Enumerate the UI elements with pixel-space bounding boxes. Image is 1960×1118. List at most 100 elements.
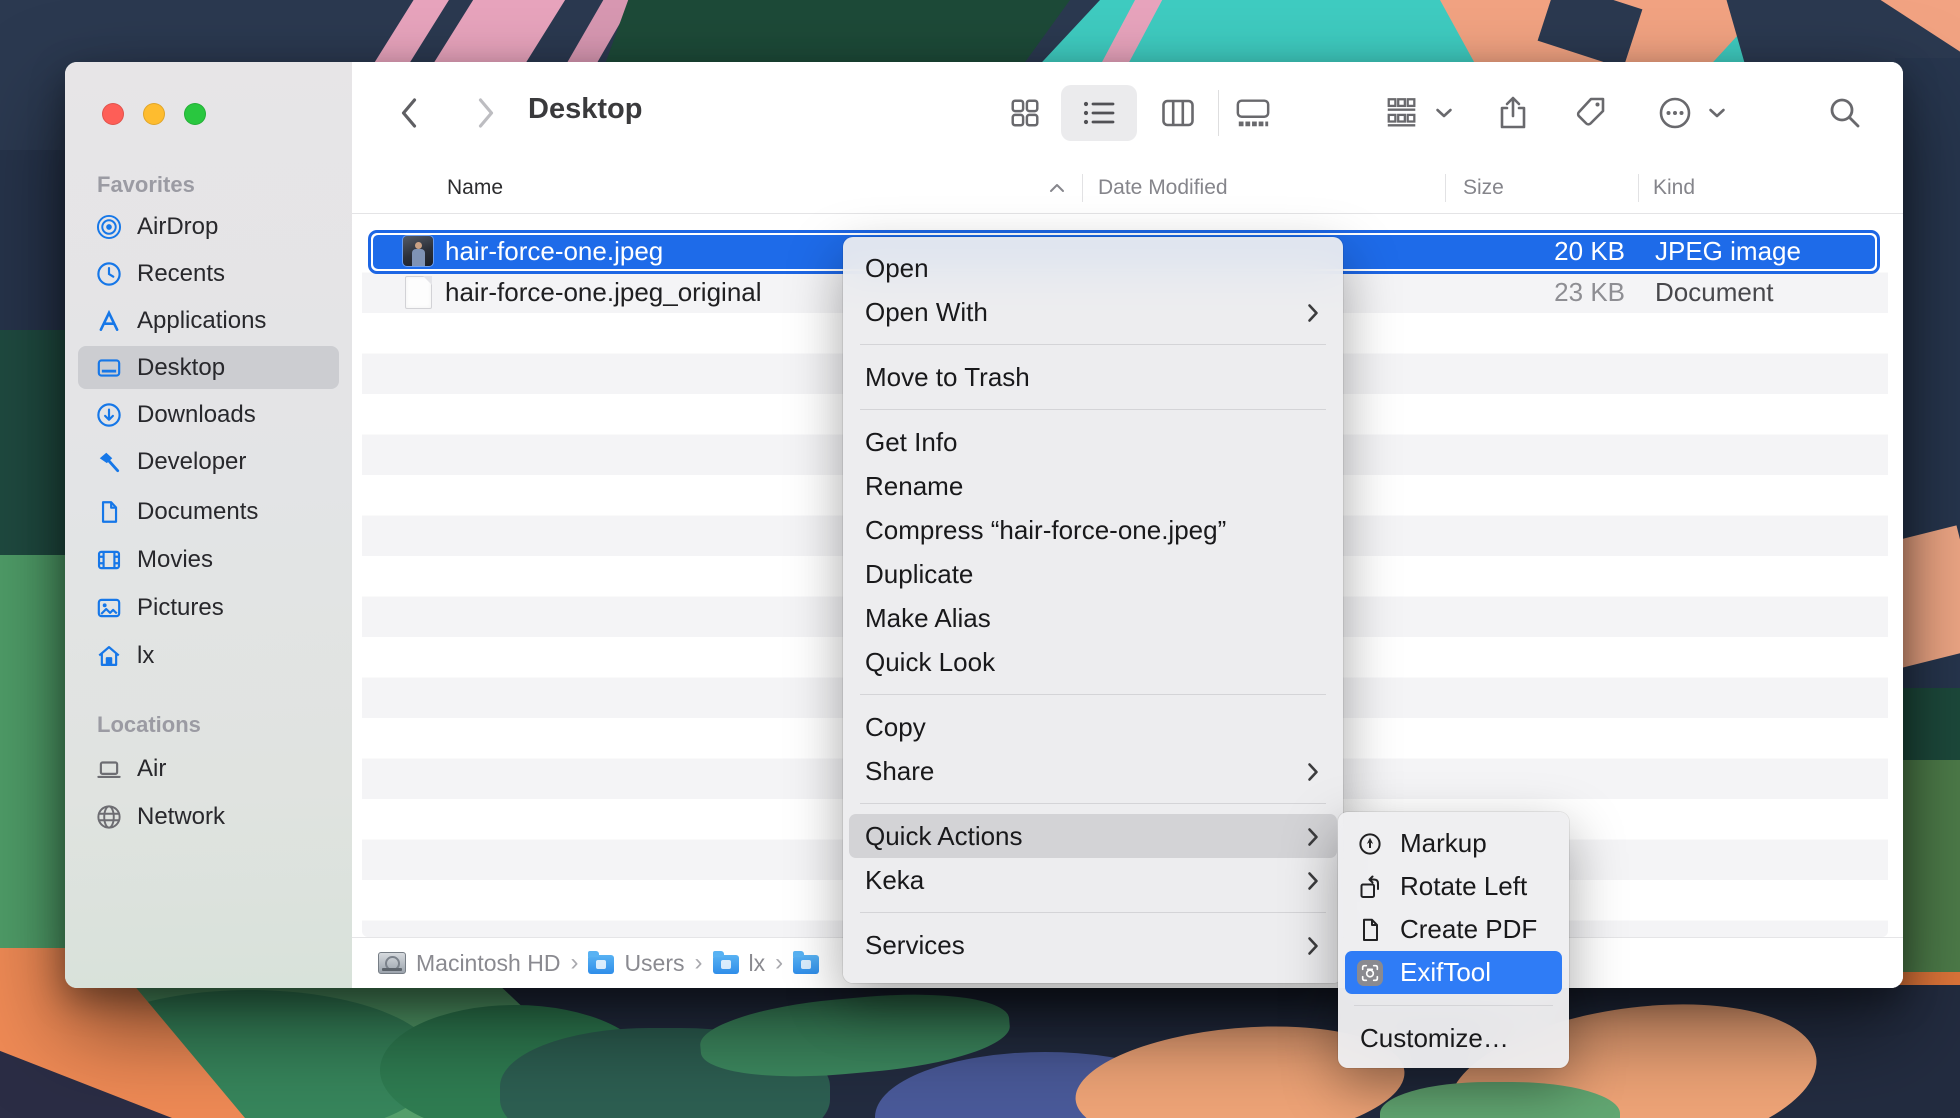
path-segment[interactable]: Macintosh HD bbox=[378, 950, 560, 977]
sidebar-item-documents[interactable]: Documents bbox=[65, 488, 352, 535]
sidebar-item-applications[interactable]: Applications bbox=[65, 297, 352, 344]
home-icon bbox=[96, 643, 122, 669]
close-button[interactable] bbox=[102, 103, 124, 125]
menu-item-label: Make Alias bbox=[865, 603, 991, 633]
zoom-button[interactable] bbox=[184, 103, 206, 125]
back-button[interactable] bbox=[391, 95, 427, 131]
menu-item-label: Get Info bbox=[865, 427, 958, 457]
menu-item-label: Rename bbox=[865, 471, 963, 501]
column-header-date-modified[interactable]: Date Modified bbox=[1098, 163, 1228, 213]
menu-item-compress[interactable]: Compress “hair-force-one.jpeg” bbox=[843, 508, 1343, 552]
menu-item-get-info[interactable]: Get Info bbox=[843, 420, 1343, 464]
exiftool-icon bbox=[1357, 960, 1383, 986]
path-segment[interactable]: Users bbox=[588, 950, 684, 977]
sidebar-item-developer[interactable]: Developer bbox=[65, 438, 352, 485]
sidebar-item-recents[interactable]: Recents bbox=[65, 250, 352, 297]
sidebar-item-desktop[interactable]: Desktop bbox=[65, 344, 352, 391]
menu-divider bbox=[860, 912, 1326, 913]
group-by-button[interactable] bbox=[1384, 95, 1420, 131]
chevron-down-icon[interactable] bbox=[1434, 95, 1454, 131]
airdrop-icon bbox=[96, 214, 122, 240]
sidebar-item-pictures[interactable]: Pictures bbox=[65, 584, 352, 631]
menu-item-label: Share bbox=[865, 756, 934, 786]
menu-item-quick-actions[interactable]: Quick Actions bbox=[849, 814, 1337, 858]
menu-item-share[interactable]: Share bbox=[843, 749, 1343, 793]
path-segment-label: Macintosh HD bbox=[416, 950, 560, 977]
window-title: Desktop bbox=[528, 93, 642, 126]
quick-actions-submenu: Markup Rotate Left Create PDF ExifTool C… bbox=[1338, 812, 1569, 1068]
menu-item-make-alias[interactable]: Make Alias bbox=[843, 596, 1343, 640]
globe-icon bbox=[96, 804, 122, 830]
sidebar-item-airdrop[interactable]: AirDrop bbox=[65, 203, 352, 250]
submenu-item-customize[interactable]: Customize… bbox=[1338, 1017, 1569, 1060]
column-header-row: Name Date Modified Size Kind bbox=[352, 163, 1903, 214]
toolbar: Desktop bbox=[352, 62, 1903, 164]
minimize-button[interactable] bbox=[143, 103, 165, 125]
sidebar-item-air[interactable]: Air bbox=[65, 745, 352, 792]
column-divider[interactable] bbox=[1445, 174, 1446, 202]
submenu-item-create-pdf[interactable]: Create PDF bbox=[1338, 908, 1569, 951]
menu-item-rename[interactable]: Rename bbox=[843, 464, 1343, 508]
column-header-size[interactable]: Size bbox=[1463, 163, 1504, 213]
list-view-button[interactable] bbox=[1061, 85, 1137, 141]
download-icon bbox=[96, 402, 122, 428]
menu-item-move-to-trash[interactable]: Move to Trash bbox=[843, 355, 1343, 399]
file-name: hair-force-one.jpeg bbox=[445, 231, 663, 272]
tag-button[interactable] bbox=[1572, 95, 1608, 131]
menu-item-duplicate[interactable]: Duplicate bbox=[843, 552, 1343, 596]
more-actions-button[interactable] bbox=[1657, 95, 1693, 131]
submenu-item-rotate-left[interactable]: Rotate Left bbox=[1338, 865, 1569, 908]
menu-item-open[interactable]: Open bbox=[843, 246, 1343, 290]
menu-item-label: Compress “hair-force-one.jpeg” bbox=[865, 515, 1226, 545]
column-header-name[interactable]: Name bbox=[447, 163, 503, 213]
column-view-button[interactable] bbox=[1160, 95, 1196, 131]
menu-item-label: Copy bbox=[865, 712, 926, 742]
menu-item-keka[interactable]: Keka bbox=[843, 858, 1343, 902]
gallery-view-button[interactable] bbox=[1235, 95, 1271, 131]
sidebar-item-label: Recents bbox=[137, 250, 225, 297]
path-segment[interactable] bbox=[793, 952, 829, 974]
sidebar-item-downloads[interactable]: Downloads bbox=[65, 391, 352, 438]
file-size: 23 KB bbox=[1425, 272, 1625, 313]
menu-item-quick-look[interactable]: Quick Look bbox=[843, 640, 1343, 684]
menu-item-label: Open With bbox=[865, 297, 988, 327]
photo-icon bbox=[96, 595, 122, 621]
menu-item-services[interactable]: Services bbox=[843, 923, 1343, 967]
display-icon bbox=[96, 355, 122, 381]
column-divider[interactable] bbox=[1638, 174, 1639, 202]
path-separator: › bbox=[570, 949, 578, 977]
menu-item-label: Services bbox=[865, 930, 965, 960]
sidebar-item-home[interactable]: lx bbox=[65, 632, 352, 679]
path-segment[interactable]: lx bbox=[713, 950, 766, 977]
submenu-item-label: Rotate Left bbox=[1400, 871, 1527, 902]
menu-item-copy[interactable]: Copy bbox=[843, 705, 1343, 749]
sidebar-item-network[interactable]: Network bbox=[65, 793, 352, 840]
submenu-item-label: Markup bbox=[1400, 828, 1487, 859]
menu-item-label: Quick Actions bbox=[865, 821, 1023, 851]
submenu-item-markup[interactable]: Markup bbox=[1338, 822, 1569, 865]
submenu-item-label: Create PDF bbox=[1400, 914, 1537, 945]
laptop-icon bbox=[96, 756, 122, 782]
image-thumbnail bbox=[403, 236, 433, 266]
chevron-down-icon[interactable] bbox=[1707, 95, 1727, 131]
submenu-item-exiftool[interactable]: ExifTool bbox=[1345, 951, 1562, 994]
column-divider[interactable] bbox=[1082, 174, 1083, 202]
sidebar-item-label: Movies bbox=[137, 536, 213, 583]
context-menu: Open Open With Move to Trash Get Info Re… bbox=[843, 237, 1343, 983]
submenu-divider bbox=[1354, 1005, 1553, 1006]
toolbar-divider bbox=[1218, 90, 1219, 136]
clock-icon bbox=[96, 261, 122, 287]
column-header-kind[interactable]: Kind bbox=[1653, 163, 1695, 213]
icon-view-button[interactable] bbox=[1007, 95, 1043, 131]
path-separator: › bbox=[775, 949, 783, 977]
search-icon[interactable] bbox=[1827, 95, 1863, 131]
applications-icon bbox=[96, 308, 122, 334]
menu-item-open-with[interactable]: Open With bbox=[843, 290, 1343, 334]
submenu-chevron-icon bbox=[1307, 303, 1319, 323]
share-button[interactable] bbox=[1495, 95, 1531, 131]
sidebar-item-movies[interactable]: Movies bbox=[65, 536, 352, 583]
menu-item-label: Open bbox=[865, 253, 929, 283]
file-size: 20 KB bbox=[1425, 231, 1625, 272]
film-icon bbox=[96, 547, 122, 573]
forward-button[interactable] bbox=[468, 95, 504, 131]
